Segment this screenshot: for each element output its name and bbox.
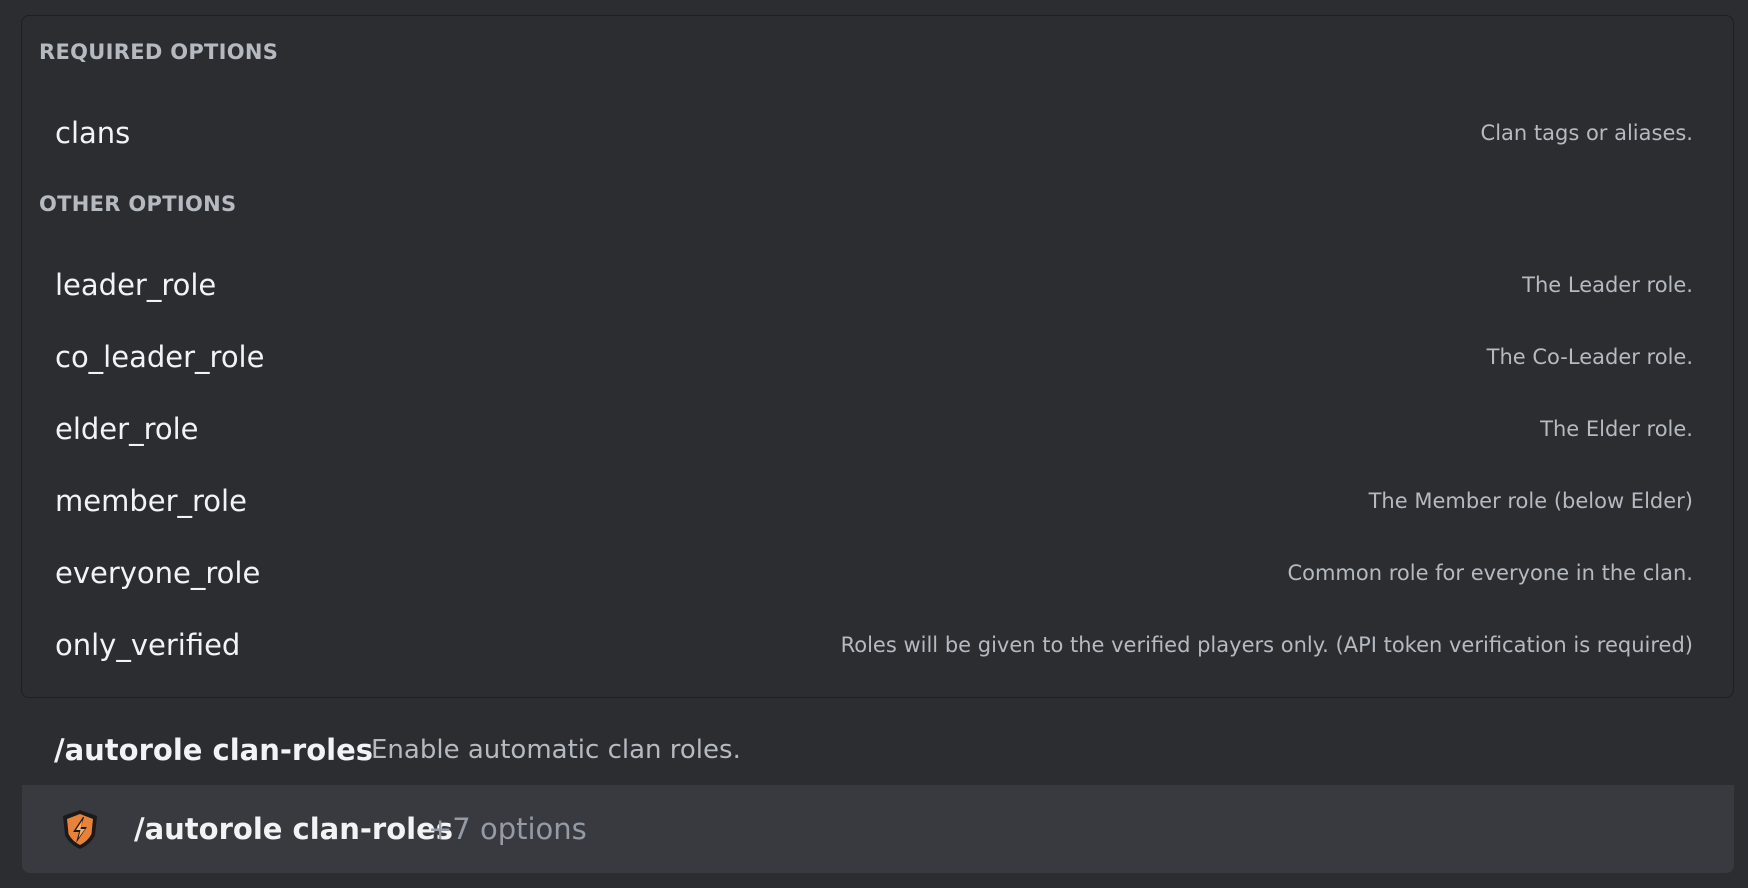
command-options-count: +7 options [428, 812, 587, 846]
option-description: Roles will be given to the verified play… [840, 633, 1693, 657]
option-description: The Leader role. [1522, 273, 1693, 297]
command-preview-header: /autorole clan-roles Enable automatic cl… [22, 714, 1734, 785]
option-description: The Elder role. [1540, 417, 1693, 441]
option-co-leader-role[interactable]: co_leader_role The Co-Leader role. [38, 327, 1717, 387]
option-name: clans [55, 116, 131, 150]
option-name: member_role [55, 484, 247, 518]
option-elder-role[interactable]: elder_role The Elder role. [38, 399, 1717, 459]
command-preview-description: Enable automatic clan roles. [371, 734, 741, 765]
option-member-role[interactable]: member_role The Member role (below Elder… [38, 471, 1717, 531]
option-name: only_verified [55, 628, 241, 662]
option-leader-role[interactable]: leader_role The Leader role. [38, 255, 1717, 315]
command-suggestion-autorole-clan-roles[interactable]: /autorole clan-roles +7 options [22, 785, 1734, 873]
option-clans[interactable]: clans Clan tags or aliases. [38, 103, 1717, 163]
option-description: The Member role (below Elder) [1368, 489, 1693, 513]
option-description: Clan tags or aliases. [1480, 121, 1693, 145]
option-name: co_leader_role [55, 340, 265, 374]
option-name: everyone_role [55, 556, 261, 590]
bot-avatar-icon [58, 807, 102, 851]
option-name: elder_role [55, 412, 199, 446]
option-description: The Co-Leader role. [1486, 345, 1693, 369]
required-options-header: REQUIRED OPTIONS [39, 40, 279, 64]
command-preview-name: /autorole clan-roles [54, 732, 373, 767]
option-only-verified[interactable]: only_verified Roles will be given to the… [38, 615, 1717, 675]
other-options-header: OTHER OPTIONS [39, 192, 237, 216]
option-description: Common role for everyone in the clan. [1287, 561, 1693, 585]
option-everyone-role[interactable]: everyone_role Common role for everyone i… [38, 543, 1717, 603]
command-options-panel: REQUIRED OPTIONS clans Clan tags or alia… [21, 15, 1734, 698]
option-name: leader_role [55, 268, 217, 302]
command-item-name: /autorole clan-roles [134, 812, 453, 846]
